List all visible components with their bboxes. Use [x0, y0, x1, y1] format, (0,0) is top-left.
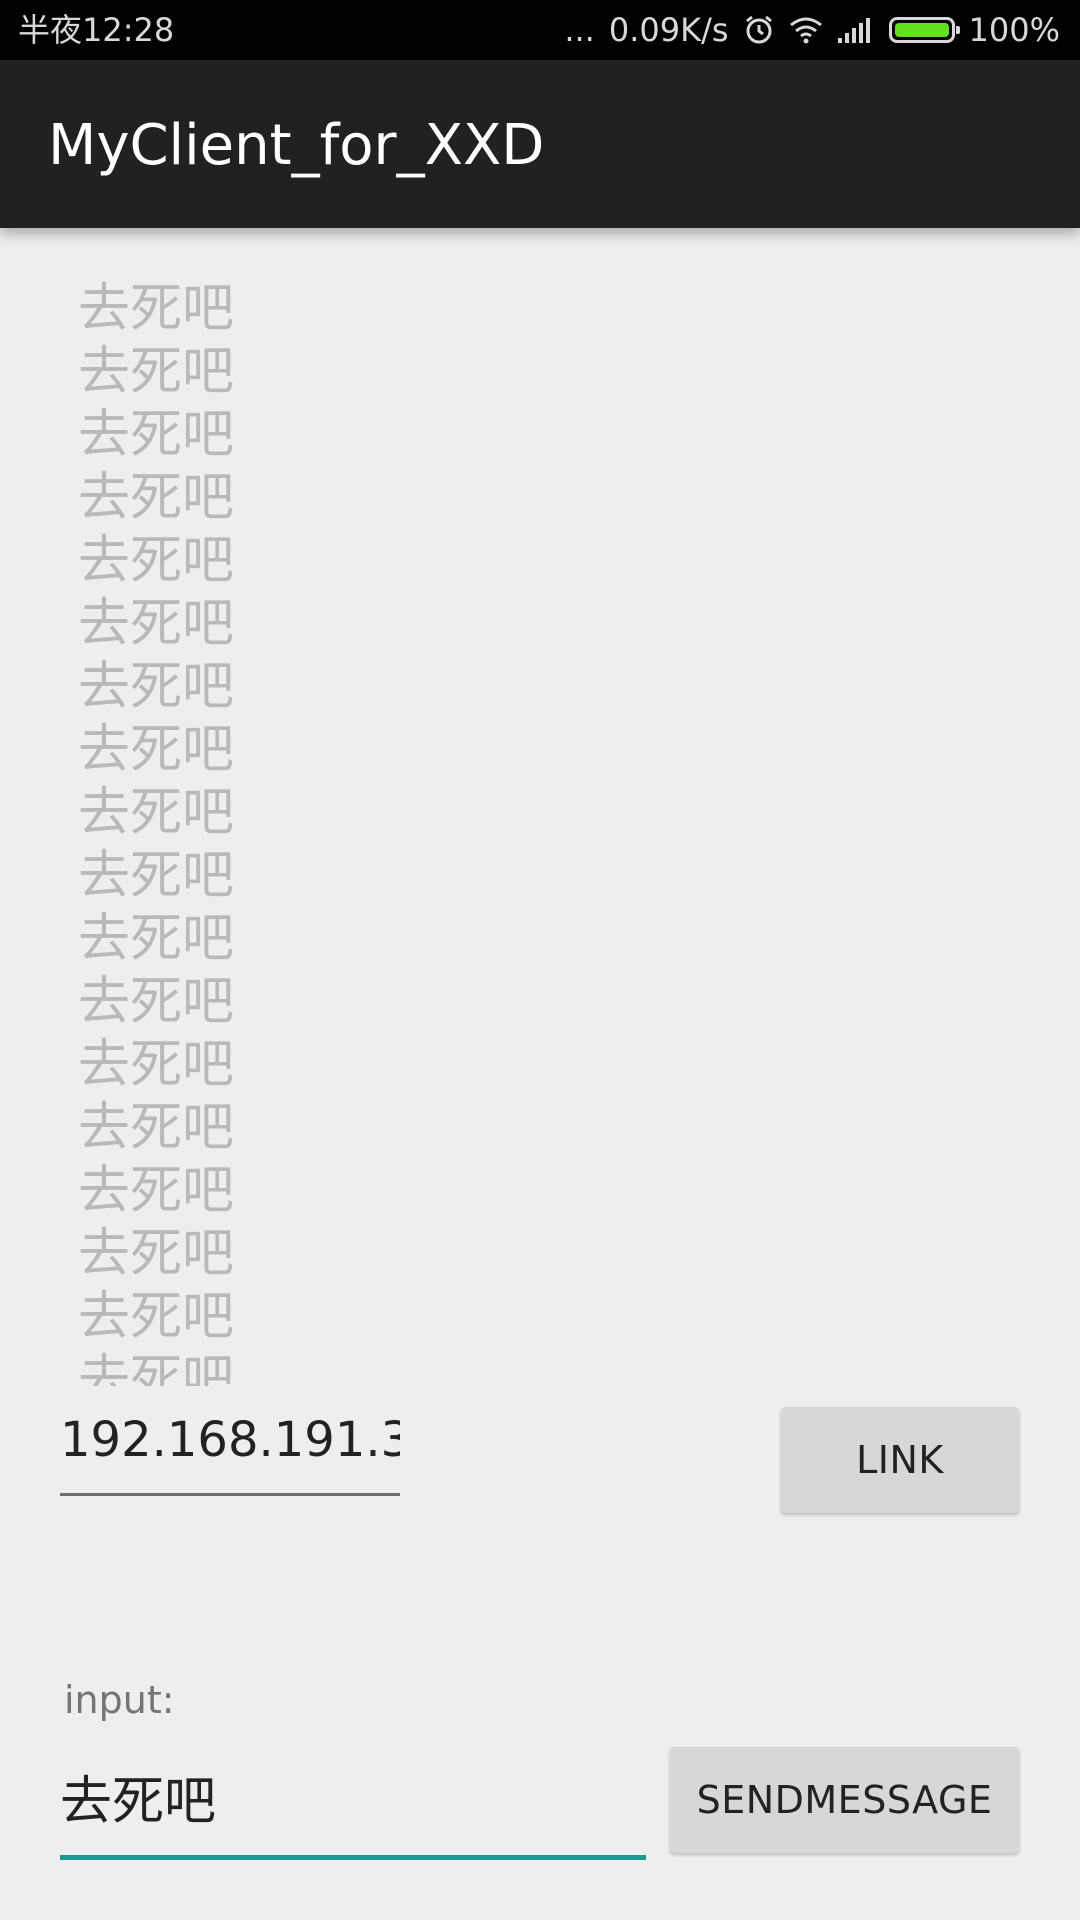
message-item: 去死吧 [78, 1350, 235, 1386]
message-field[interactable] [60, 1760, 646, 1860]
link-button[interactable]: LINK [781, 1407, 1019, 1513]
message-item: 去死吧 [78, 1098, 235, 1158]
app-bar: MyClient_for_XXD [0, 60, 1080, 228]
wifi-icon [789, 16, 823, 44]
battery-level [894, 23, 949, 37]
status-bar: 半夜12:28 ... 0.09K/s 100% [0, 0, 1080, 60]
message-item: 去死吧 [78, 594, 235, 654]
message-log[interactable]: 去死吧 去死吧 去死吧 去死吧 去死吧 去死吧 去死吧 去死吧 去死吧 去死吧 去死吧 去死吧 去死吧去… [0, 228, 1080, 1386]
message-item: 去死吧 [78, 657, 235, 717]
cell-signal-icon [837, 16, 875, 44]
message-item: 去死吧 [78, 468, 235, 528]
message-item: 去死吧 [78, 1035, 235, 1095]
message-list: 去死吧 去死吧 去死吧 去死吧 去死吧 去死吧 去死吧 去死吧 去死吧 去死吧 去死吧 去死吧 去死吧去… [78, 278, 234, 1386]
network-speed: 0.09K/s [608, 11, 729, 49]
message-item: 去死吧 [78, 342, 235, 402]
app-title: MyClient_for_XXD [48, 113, 545, 178]
message-item: 去死吧 [78, 405, 235, 465]
ip-address-input[interactable] [60, 1400, 400, 1480]
alarm-clock-icon [743, 14, 775, 46]
message-item: 去死吧 [78, 1161, 235, 1221]
message-item: 去死吧 [78, 783, 235, 843]
message-item: 去死吧 [78, 846, 235, 906]
message-item: 去死吧 [78, 720, 235, 780]
status-time: 半夜12:28 [18, 11, 175, 49]
battery-icon [888, 17, 960, 43]
message-input[interactable] [60, 1760, 646, 1844]
message-item: 去死吧 [78, 1224, 235, 1284]
send-message-button[interactable]: SENDMESSAGE [670, 1747, 1019, 1853]
battery-percent: 100% [968, 11, 1060, 49]
status-indicators: ... 0.09K/s 100% [564, 10, 1060, 50]
message-item: 去死吧 [78, 531, 235, 591]
input-label: input: [64, 1678, 175, 1722]
message-item: 去死吧 [78, 909, 235, 969]
message-item: 去死吧 [78, 279, 235, 339]
message-item: 去死吧 [78, 972, 235, 1032]
message-item: 去死吧 [78, 1287, 235, 1347]
more-notifications-icon: ... [564, 11, 595, 49]
ip-address-field[interactable] [60, 1400, 400, 1496]
